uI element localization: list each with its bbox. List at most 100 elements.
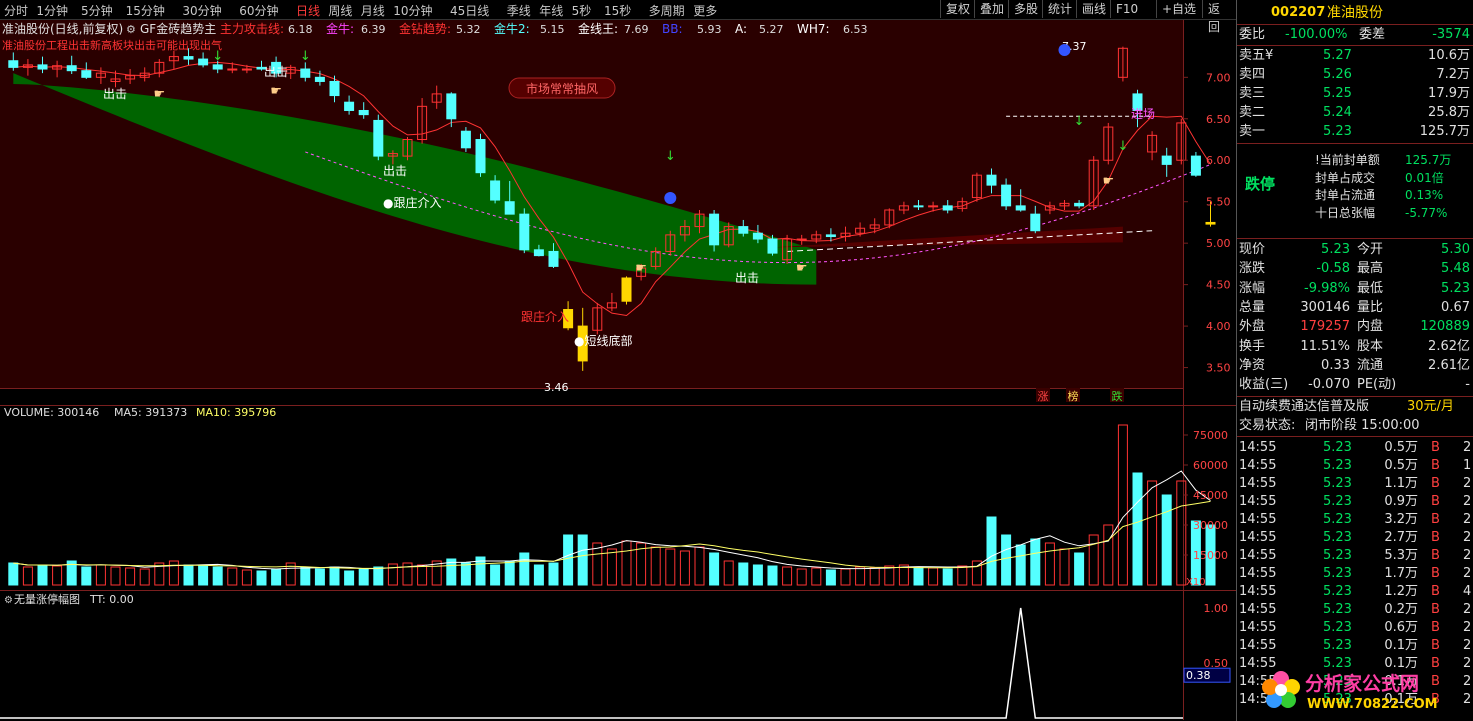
toolbar-button-1[interactable]: +自选 bbox=[1156, 0, 1201, 18]
volume-bar[interactable] bbox=[1161, 494, 1172, 586]
period-tab-10[interactable]: 45日线 bbox=[450, 2, 489, 19]
period-tab-0[interactable]: 分时 bbox=[4, 2, 28, 19]
volume-bar[interactable] bbox=[957, 565, 968, 586]
volume-bar[interactable] bbox=[110, 566, 121, 586]
period-tab-6[interactable]: 日线 bbox=[296, 2, 320, 19]
candle-body[interactable] bbox=[709, 213, 720, 246]
candle-body[interactable] bbox=[198, 58, 209, 66]
volume-bar[interactable] bbox=[913, 566, 924, 586]
candle-body[interactable] bbox=[241, 68, 252, 71]
candle-body[interactable] bbox=[519, 213, 530, 251]
volume-bar[interactable] bbox=[1015, 544, 1026, 586]
candle-body[interactable] bbox=[533, 249, 544, 257]
toolbar-button-4[interactable]: 统计 bbox=[1042, 0, 1077, 18]
candle-body[interactable] bbox=[752, 232, 763, 240]
candle-body[interactable] bbox=[446, 93, 457, 120]
volume-bar[interactable] bbox=[884, 565, 895, 586]
volume-bar[interactable] bbox=[37, 564, 48, 586]
volume-bar[interactable] bbox=[22, 566, 33, 586]
candle-body[interactable] bbox=[796, 238, 807, 241]
candle-body[interactable] bbox=[300, 68, 311, 78]
volume-bar[interactable] bbox=[300, 566, 311, 586]
volume-bar[interactable] bbox=[592, 542, 603, 586]
volume-bar[interactable] bbox=[650, 546, 661, 586]
period-tab-3[interactable]: 15分钟 bbox=[126, 2, 165, 19]
volume-bar[interactable] bbox=[139, 568, 150, 586]
volume-bar[interactable] bbox=[840, 568, 851, 586]
volume-bar[interactable] bbox=[168, 560, 179, 586]
volume-bar[interactable] bbox=[519, 552, 530, 586]
candle-body[interactable] bbox=[358, 109, 369, 116]
toolbar-button-7[interactable]: 复权 bbox=[940, 0, 975, 18]
volume-bar[interactable] bbox=[1176, 480, 1187, 586]
volume-bar[interactable] bbox=[1088, 534, 1099, 586]
candle-body[interactable] bbox=[548, 250, 559, 267]
volume-bar[interactable] bbox=[942, 568, 953, 586]
volume-bar[interactable] bbox=[679, 550, 690, 586]
candle-body[interactable] bbox=[1030, 213, 1041, 232]
volume-bar[interactable] bbox=[95, 564, 106, 586]
volume-bar[interactable] bbox=[928, 567, 939, 586]
toolbar-button-2[interactable]: F10 bbox=[1110, 0, 1143, 18]
candle-body[interactable] bbox=[314, 76, 325, 82]
period-tab-8[interactable]: 月线 bbox=[361, 2, 385, 19]
candle-body[interactable] bbox=[767, 238, 778, 254]
toolbar-button-5[interactable]: 多股 bbox=[1008, 0, 1043, 18]
volume-bar[interactable] bbox=[1074, 552, 1085, 586]
candle-body[interactable] bbox=[8, 60, 19, 68]
volume-bar[interactable] bbox=[869, 567, 880, 586]
candle-body[interactable] bbox=[1015, 205, 1026, 211]
candle-body[interactable] bbox=[1074, 202, 1085, 207]
volume-bar[interactable] bbox=[563, 534, 574, 586]
period-tab-2[interactable]: 5分钟 bbox=[81, 2, 113, 19]
candle-body[interactable] bbox=[738, 226, 749, 234]
candle-body[interactable] bbox=[475, 139, 486, 174]
candle-body[interactable] bbox=[212, 64, 223, 70]
volume-bar[interactable] bbox=[796, 568, 807, 586]
candle-body[interactable] bbox=[942, 205, 953, 211]
volume-bar[interactable] bbox=[811, 567, 822, 586]
candle-body[interactable] bbox=[928, 205, 939, 208]
volume-bar[interactable] bbox=[723, 560, 734, 586]
period-tab-13[interactable]: 5秒 bbox=[572, 2, 592, 19]
toolbar-button-6[interactable]: 叠加 bbox=[974, 0, 1009, 18]
volume-bar[interactable] bbox=[1132, 472, 1143, 586]
candle-body[interactable] bbox=[825, 234, 836, 238]
volume-bar[interactable] bbox=[344, 570, 355, 586]
period-tab-7[interactable]: 周线 bbox=[328, 2, 352, 19]
candle-body[interactable] bbox=[1205, 221, 1216, 225]
candle-body[interactable] bbox=[621, 277, 632, 302]
period-tab-11[interactable]: 季线 bbox=[507, 2, 531, 19]
candle-body[interactable] bbox=[986, 174, 997, 186]
volume-bar[interactable] bbox=[855, 566, 866, 586]
volume-bar[interactable] bbox=[606, 548, 617, 586]
volume-bar[interactable] bbox=[1001, 534, 1012, 586]
volume-bar[interactable] bbox=[1059, 548, 1070, 586]
candle-body[interactable] bbox=[460, 130, 471, 149]
candle-body[interactable] bbox=[183, 56, 194, 60]
volume-bar[interactable] bbox=[417, 564, 428, 586]
candle-body[interactable] bbox=[344, 101, 355, 111]
volume-bar[interactable] bbox=[767, 565, 778, 586]
volume-bar[interactable] bbox=[212, 566, 223, 586]
kline-chart[interactable]: 7.00 6.50 6.00 5.50 5.00 4.50 4.00 3.50 75000 600… bbox=[0, 20, 1236, 720]
volume-bar[interactable] bbox=[256, 570, 267, 586]
volume-bar[interactable] bbox=[738, 562, 749, 586]
candle-body[interactable] bbox=[504, 201, 515, 215]
volume-bar[interactable] bbox=[329, 566, 340, 586]
candle-body[interactable] bbox=[227, 68, 238, 71]
volume-bar[interactable] bbox=[314, 568, 325, 586]
volume-bar[interactable] bbox=[460, 562, 471, 586]
candle-body[interactable] bbox=[66, 65, 77, 72]
volume-bar[interactable] bbox=[577, 534, 588, 586]
volume-bar[interactable] bbox=[52, 565, 63, 586]
period-tab-15[interactable]: 多周期 bbox=[649, 2, 685, 19]
volume-bar[interactable] bbox=[825, 569, 836, 586]
candle-body[interactable] bbox=[1001, 184, 1012, 207]
volume-bar[interactable] bbox=[548, 562, 559, 586]
volume-bar[interactable] bbox=[183, 564, 194, 586]
volume-bar[interactable] bbox=[694, 546, 705, 586]
toolbar-button-0[interactable]: 返回 bbox=[1202, 0, 1236, 34]
volume-bar[interactable] bbox=[227, 567, 238, 586]
candle-body[interactable] bbox=[490, 180, 501, 201]
